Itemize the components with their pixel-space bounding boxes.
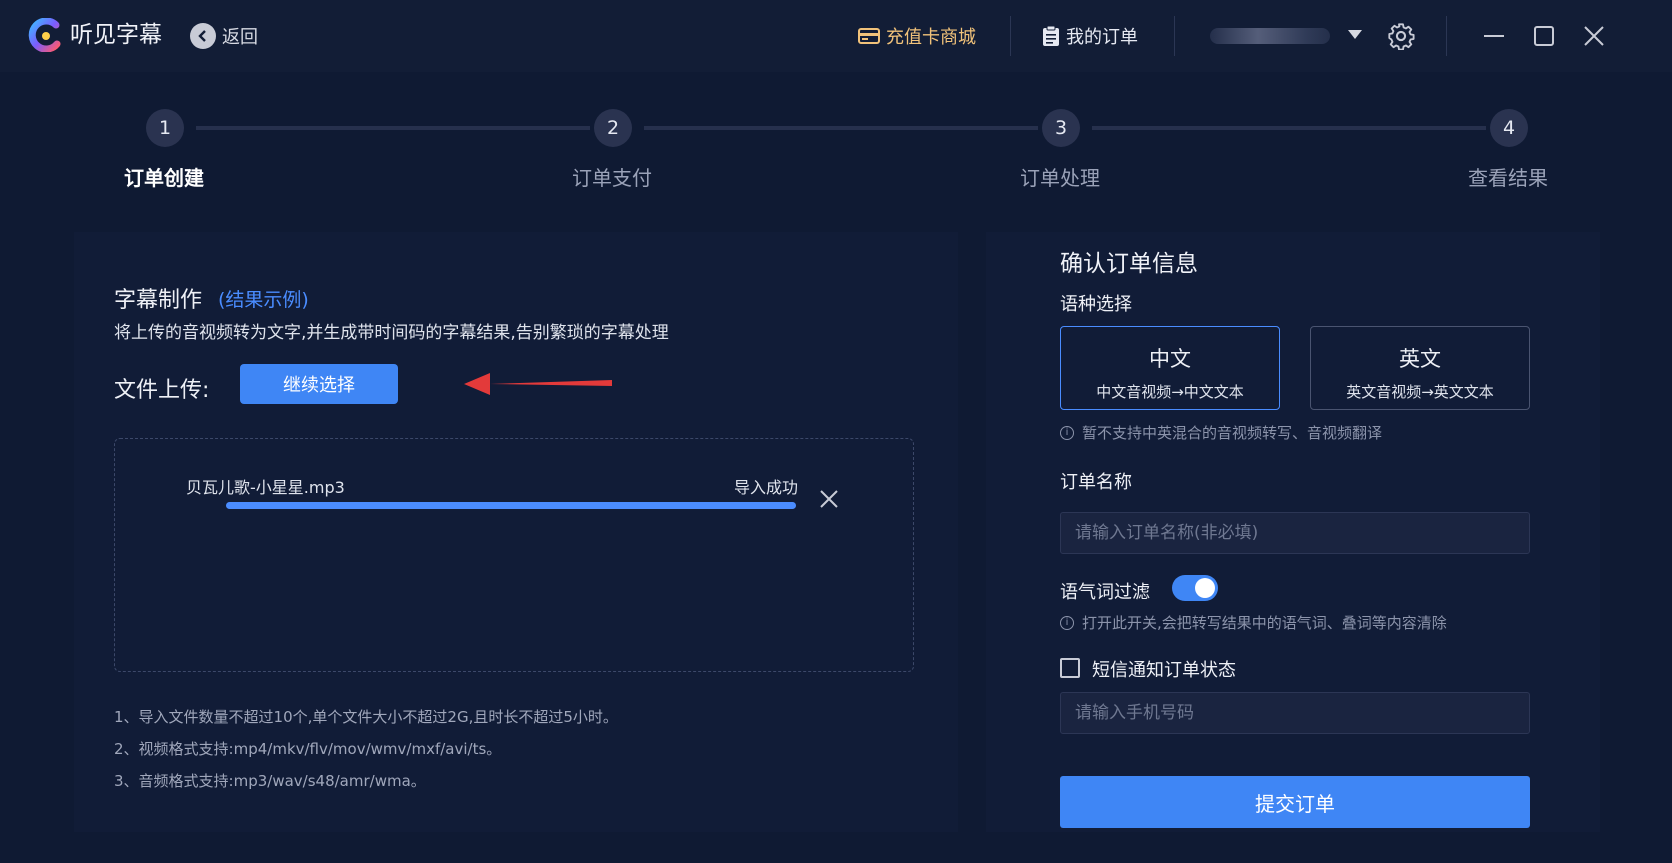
minimize-icon: [1484, 35, 1504, 37]
upload-progress-fill: [226, 502, 796, 509]
language-description: 中文音视频→中文文本: [1096, 383, 1244, 401]
uploaded-file-name: 贝瓦儿歌-小星星.mp3: [186, 478, 345, 497]
user-menu[interactable]: [1210, 22, 1362, 50]
title-bar: 听见字幕 返回 充值卡商城 我的订单: [0, 0, 1672, 72]
sms-notify-label: 短信通知订单状态: [1092, 660, 1236, 681]
language-hint-text: 暂不支持中英混合的音视频转写、音视频翻译: [1082, 424, 1383, 442]
subtitle-upload-panel: 字幕制作 (结果示例) 将上传的音视频转为文字,并生成带时间码的字幕结果,告别繁…: [74, 232, 958, 832]
back-label: 返回: [222, 27, 258, 48]
section-title: 字幕制作: [114, 288, 203, 313]
language-name: 中文: [1149, 347, 1191, 371]
step-2-number: 2: [594, 109, 632, 147]
close-icon: [1584, 26, 1604, 46]
sms-notify-checkbox[interactable]: [1060, 658, 1080, 678]
upload-note-1: 1、导入文件数量不超过10个,单个文件大小不超过2G,且时长不超过5小时。: [114, 708, 618, 726]
filter-hint: i 打开此开关,会把转写结果中的语气词、叠词等内容清除: [1060, 612, 1447, 633]
recharge-card-shop-button[interactable]: 充值卡商城: [858, 20, 976, 52]
step-1-label: 订单创建: [124, 166, 204, 190]
language-description: 英文音视频→英文文本: [1346, 383, 1494, 401]
shop-label: 充值卡商城: [886, 27, 976, 48]
language-select-label: 语种选择: [1060, 294, 1132, 315]
minimize-button[interactable]: [1478, 20, 1510, 52]
upload-progress-bar: [226, 502, 796, 509]
upload-note-2: 2、视频格式支持:mp4/mkv/flv/mov/wmv/mxf/avi/ts。: [114, 740, 502, 758]
step-1-number: 1: [146, 109, 184, 147]
close-window-button[interactable]: [1578, 20, 1610, 52]
upload-status: 导入成功: [734, 478, 799, 497]
step-2-label: 订单支付: [572, 166, 652, 190]
toggle-knob: [1195, 578, 1215, 598]
file-upload-label: 文件上传:: [114, 378, 210, 403]
language-option-english[interactable]: 英文 英文音视频→英文文本: [1310, 326, 1530, 410]
app-logo-icon: [28, 18, 61, 52]
section-description: 将上传的音视频转为文字,并生成带时间码的字幕结果,告别繁琐的字幕处理: [114, 323, 669, 343]
back-arrow-icon: [190, 23, 216, 49]
filler-word-filter-label: 语气词过滤: [1060, 582, 1150, 603]
red-arrow-annotation-icon: [464, 373, 612, 395]
order-info-panel: 确认订单信息 语种选择 中文 中文音视频→中文文本 英文 英文音视频→英文文本 …: [986, 232, 1600, 832]
my-orders-button[interactable]: 我的订单: [1042, 20, 1138, 52]
maximize-button[interactable]: [1528, 20, 1560, 52]
phone-number-input[interactable]: [1060, 692, 1530, 734]
info-icon: i: [1060, 615, 1074, 630]
language-hint: i 暂不支持中英混合的音视频转写、音视频翻译: [1060, 422, 1382, 443]
orders-label: 我的订单: [1066, 27, 1138, 48]
continue-select-button[interactable]: 继续选择: [240, 364, 398, 404]
upload-note-3: 3、音频格式支持:mp3/wav/s48/amr/wma。: [114, 772, 426, 790]
confirm-order-title: 确认订单信息: [1060, 251, 1198, 277]
gear-icon: [1388, 23, 1415, 50]
maximize-icon: [1534, 26, 1554, 46]
step-4-number: 4: [1490, 109, 1528, 147]
caret-down-icon: [1348, 30, 1362, 39]
filter-hint-text: 打开此开关,会把转写结果中的语气词、叠词等内容清除: [1082, 614, 1447, 632]
username-blurred: [1210, 28, 1330, 44]
step-connector: [196, 126, 590, 130]
separator: [1010, 16, 1011, 56]
step-3-label: 订单处理: [1020, 166, 1100, 190]
filler-word-filter-toggle[interactable]: [1172, 575, 1218, 601]
app-name: 听见字幕: [70, 22, 162, 48]
step-connector: [1092, 126, 1486, 130]
clipboard-icon: [1043, 25, 1059, 46]
info-icon: i: [1060, 425, 1074, 440]
step-3-number: 3: [1042, 109, 1080, 147]
remove-file-icon[interactable]: [816, 486, 842, 512]
result-example-link[interactable]: (结果示例): [218, 285, 309, 312]
language-option-chinese[interactable]: 中文 中文音视频→中文文本: [1060, 326, 1280, 410]
language-name: 英文: [1399, 347, 1441, 371]
separator: [1174, 16, 1175, 56]
card-icon: [858, 28, 880, 44]
settings-button[interactable]: [1385, 20, 1417, 52]
submit-order-button[interactable]: 提交订单: [1060, 776, 1530, 828]
step-4-label: 查看结果: [1468, 166, 1548, 190]
back-button[interactable]: 返回: [190, 22, 258, 50]
order-name-input[interactable]: [1060, 512, 1530, 554]
order-name-label: 订单名称: [1060, 472, 1132, 493]
step-connector: [644, 126, 1038, 130]
separator: [1446, 16, 1447, 56]
